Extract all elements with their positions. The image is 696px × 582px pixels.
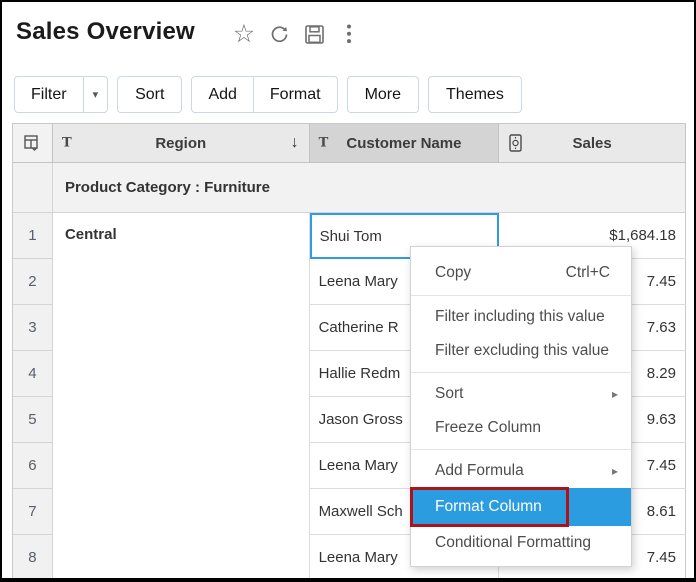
submenu-arrow-icon: ▸ <box>612 464 618 478</box>
shortcut-label: Ctrl+C <box>566 264 610 282</box>
region-column: Central <box>53 213 310 581</box>
sort-descending-icon: ↓ <box>291 134 299 152</box>
group-header-row: Product Category : Furniture <box>12 163 686 213</box>
row-number[interactable]: 6 <box>13 443 53 489</box>
row-number-column: 1 2 3 4 5 6 7 8 <box>13 213 53 581</box>
region-merged-cell[interactable]: Central <box>53 213 309 581</box>
menu-item-copy[interactable]: Copy Ctrl+C <box>411 254 631 291</box>
menu-separator <box>411 372 631 373</box>
format-button[interactable]: Format <box>253 77 337 112</box>
row-number[interactable]: 5 <box>13 397 53 443</box>
star-icon[interactable]: ☆ <box>232 22 256 46</box>
toolbar: Filter ▾ Sort Add Format More Themes <box>14 76 522 113</box>
text-type-icon: T <box>319 136 329 151</box>
row-number[interactable]: 7 <box>13 489 53 535</box>
report-window: Sales Overview ☆ <box>0 0 696 582</box>
column-header-sales[interactable]: Sales <box>499 124 686 163</box>
menu-item-conditional-formatting[interactable]: Conditional Formatting <box>411 526 631 560</box>
menu-separator <box>411 449 631 450</box>
refresh-icon[interactable] <box>267 22 291 46</box>
menu-item-filter-excluding[interactable]: Filter excluding this value <box>411 334 631 368</box>
context-menu: Copy Ctrl+C Filter including this value … <box>410 246 632 567</box>
group-row-number-cell <box>13 163 53 213</box>
save-icon[interactable] <box>302 22 326 46</box>
page-title: Sales Overview <box>16 18 195 46</box>
row-number[interactable]: 2 <box>13 259 53 305</box>
menu-separator <box>411 295 631 296</box>
kebab-menu-icon[interactable] <box>337 22 361 46</box>
chevron-down-icon: ▾ <box>93 88 99 101</box>
menu-item-filter-including[interactable]: Filter including this value <box>411 300 631 334</box>
themes-button[interactable]: Themes <box>428 76 522 113</box>
table-columns-icon <box>24 135 41 152</box>
row-number[interactable]: 8 <box>13 535 53 581</box>
column-label: Region <box>155 135 206 152</box>
menu-item-freeze-column[interactable]: Freeze Column <box>411 411 631 445</box>
add-button[interactable]: Add <box>192 77 252 112</box>
filter-button[interactable]: Filter <box>15 77 83 112</box>
currency-type-icon <box>509 134 522 152</box>
row-number[interactable]: 1 <box>13 213 53 259</box>
filter-dropdown-button[interactable]: ▾ <box>83 77 108 112</box>
title-action-icons: ☆ <box>232 22 361 46</box>
menu-item-format-column[interactable]: Format Column <box>411 488 631 526</box>
add-format-button-group: Add Format <box>191 76 337 113</box>
menu-item-sort[interactable]: Sort ▸ <box>411 377 631 411</box>
column-label: Customer Name <box>346 135 461 152</box>
row-number[interactable]: 4 <box>13 351 53 397</box>
row-number[interactable]: 3 <box>13 305 53 351</box>
menu-item-add-formula[interactable]: Add Formula ▸ <box>411 454 631 488</box>
column-label: Sales <box>573 135 612 152</box>
select-all-corner-button[interactable] <box>13 124 53 163</box>
more-button[interactable]: More <box>347 76 419 113</box>
group-header-cell[interactable]: Product Category : Furniture <box>53 163 686 213</box>
column-header-customer-name[interactable]: T Customer Name <box>310 124 500 163</box>
table-header-row: T Region ↓ T Customer Name Sales <box>12 123 686 163</box>
submenu-arrow-icon: ▸ <box>612 387 618 401</box>
text-type-icon: T <box>62 136 72 151</box>
sort-button[interactable]: Sort <box>117 76 182 113</box>
filter-split-button: Filter ▾ <box>14 76 108 113</box>
column-header-region[interactable]: T Region ↓ <box>53 124 310 163</box>
